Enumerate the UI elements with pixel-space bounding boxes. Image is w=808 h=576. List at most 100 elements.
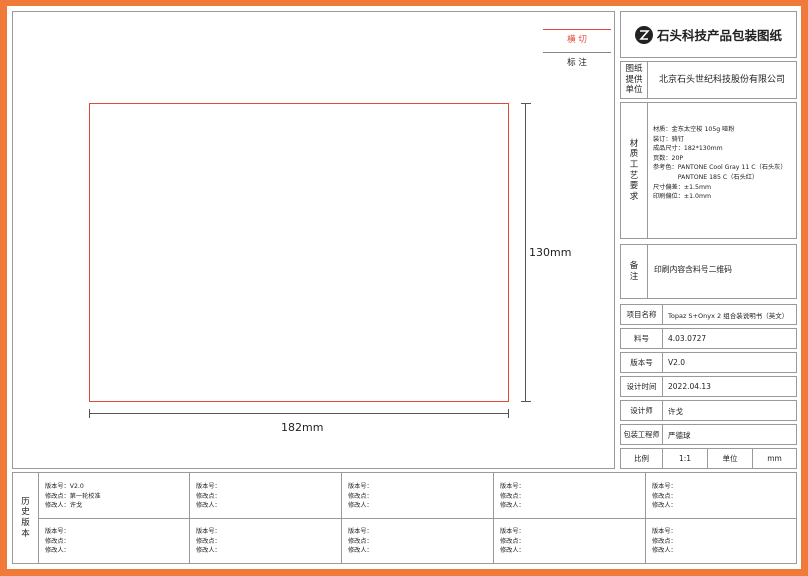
history-version: 版本号： <box>348 483 373 490</box>
history-editor: 修改人： <box>196 502 221 510</box>
unit-label: 单位 <box>708 449 753 468</box>
info-row-value: 4.03.0727 <box>668 334 707 343</box>
remark-label: 备 注 <box>621 245 648 298</box>
unit-value: mm <box>767 454 782 463</box>
history-version: 版本号： <box>500 528 525 535</box>
history-version: 版本号：V2.0 <box>45 483 84 490</box>
history-cell: 版本号：V2.0 修改点：第一轮校准 修改人：许戈 <box>45 482 101 511</box>
legend-divider <box>543 52 611 53</box>
history-version: 版本号： <box>196 528 221 535</box>
drawing-area: 横 切 标 注 130mm 182mm <box>12 11 615 469</box>
history-editor: 修改人： <box>45 547 70 555</box>
legend-cut-label: 横 切 <box>567 35 587 45</box>
material-line: 装订：骑钉 <box>653 135 684 143</box>
info-row-value: 许戈 <box>668 407 683 416</box>
company-title-box: 石头科技产品包装图纸 <box>620 11 797 58</box>
info-row-value: 2022.04.13 <box>668 382 711 391</box>
remark-value: 印刷内容含料号二维码 <box>654 265 732 274</box>
history-change: 修改点： <box>348 492 373 500</box>
history-version: 版本号： <box>45 528 70 535</box>
history-col-divider <box>493 473 494 563</box>
material-lines: 材质：金东太空梭 105g 哑粉 装订：骑钉 成品尺寸：182*130mm 页数… <box>653 125 795 202</box>
info-row: 料号 4.03.0727 <box>620 328 797 349</box>
history-change: 修改点：第一轮校准 <box>45 492 101 500</box>
material-line: PANTONE 185 C（石头红） <box>653 174 759 182</box>
info-row: 包装工程师 严德球 <box>620 424 797 445</box>
provider-label: 图纸 提供 单位 <box>621 62 648 98</box>
history-cell: 版本号： 修改点： 修改人： <box>500 482 525 511</box>
info-row-value: 严德球 <box>668 431 691 440</box>
material-label: 材 质 工 艺 要 求 <box>621 103 648 238</box>
history-block: 历 史 版 本 版本号：V2.0 修改点：第一轮校准 修改人：许戈 版本号： 修… <box>12 472 797 564</box>
history-version: 版本号： <box>500 483 525 490</box>
history-cell: 版本号： 修改点： 修改人： <box>348 482 373 511</box>
history-version: 版本号： <box>652 483 677 490</box>
info-row-label: 设计师 <box>621 401 663 420</box>
history-editor: 修改人：许戈 <box>45 502 83 510</box>
history-change: 修改点： <box>500 492 525 500</box>
history-col-divider <box>189 473 190 563</box>
history-change: 修改点： <box>348 537 373 545</box>
history-cell: 版本号： 修改点： 修改人： <box>196 482 221 511</box>
material-line: 尺寸偏差：±1.5mm <box>653 183 712 191</box>
history-version: 版本号： <box>348 528 373 535</box>
history-cell: 版本号： 修改点： 修改人： <box>500 527 525 556</box>
history-label: 历 史 版 本 <box>13 473 39 563</box>
history-version: 版本号： <box>196 483 221 490</box>
history-change: 修改点： <box>196 492 221 500</box>
info-row-label: 设计时间 <box>621 377 663 396</box>
history-col-divider <box>645 473 646 563</box>
history-editor: 修改人： <box>348 547 373 555</box>
history-change: 修改点： <box>652 492 677 500</box>
history-cell: 版本号： 修改点： 修改人： <box>652 527 677 556</box>
history-editor: 修改人： <box>348 502 373 510</box>
info-row-label: 版本号 <box>621 353 663 372</box>
provider-value: 北京石头世纪科技股份有限公司 <box>658 74 785 85</box>
history-version: 版本号： <box>652 528 677 535</box>
history-cell: 版本号： 修改点： 修改人： <box>348 527 373 556</box>
roborock-logo-icon <box>634 25 653 44</box>
legend-note-label: 标 注 <box>567 58 587 68</box>
width-dimension <box>89 409 509 418</box>
history-editor: 修改人： <box>500 547 525 555</box>
material-line: 页数：20P <box>653 154 684 162</box>
history-cell: 版本号： 修改点： 修改人： <box>652 482 677 511</box>
info-row-label: 包装工程师 <box>621 425 663 444</box>
history-cell: 版本号： 修改点： 修改人： <box>45 527 70 556</box>
info-row-label: 项目名称 <box>621 305 663 324</box>
scale-row: 比例 1:1 单位 mm <box>620 448 797 469</box>
history-col-divider <box>341 473 342 563</box>
history-editor: 修改人： <box>500 502 525 510</box>
material-line: 材质：金东太空梭 105g 哑粉 <box>653 126 735 133</box>
history-change: 修改点： <box>45 537 70 545</box>
info-row-value: Topaz S+Onyx 2 组合装说明书（英文） <box>668 312 789 320</box>
info-row: 项目名称 Topaz S+Onyx 2 组合装说明书（英文） <box>620 304 797 325</box>
material-line: 参考色：PANTONE Cool Gray 11 C（石头灰） <box>653 164 787 172</box>
history-editor: 修改人： <box>652 502 677 510</box>
legend: 横 切 标 注 <box>543 26 611 72</box>
info-row-value: V2.0 <box>668 358 686 367</box>
company-title: 石头科技产品包装图纸 <box>656 28 782 43</box>
history-change: 修改点： <box>652 537 677 545</box>
scale-value: 1:1 <box>663 449 708 468</box>
info-row-label: 料号 <box>621 329 663 348</box>
width-label: 182mm <box>281 421 324 434</box>
height-label: 130mm <box>529 246 572 259</box>
scale-label: 比例 <box>621 449 663 468</box>
history-change: 修改点： <box>196 537 221 545</box>
product-outline <box>89 103 509 402</box>
info-row: 设计时间 2022.04.13 <box>620 376 797 397</box>
info-row: 版本号 V2.0 <box>620 352 797 373</box>
material-box: 材 质 工 艺 要 求 材质：金东太空梭 105g 哑粉 装订：骑钉 成品尺寸：… <box>620 102 797 239</box>
drawing-sheet: 横 切 标 注 130mm 182mm 石头科技产品包装图纸 图纸 提供 单位 … <box>7 6 801 569</box>
material-line: 成品尺寸：182*130mm <box>653 145 723 153</box>
material-line: 印刷偏位：±1.0mm <box>653 193 712 201</box>
info-row: 设计师 许戈 <box>620 400 797 421</box>
cut-line-sample <box>543 29 611 30</box>
provider-box: 图纸 提供 单位 北京石头世纪科技股份有限公司 <box>620 61 797 99</box>
history-cell: 版本号： 修改点： 修改人： <box>196 527 221 556</box>
remark-box: 备 注 印刷内容含料号二维码 <box>620 244 797 299</box>
history-row-divider <box>39 518 796 519</box>
history-change: 修改点： <box>500 537 525 545</box>
history-editor: 修改人： <box>652 547 677 555</box>
